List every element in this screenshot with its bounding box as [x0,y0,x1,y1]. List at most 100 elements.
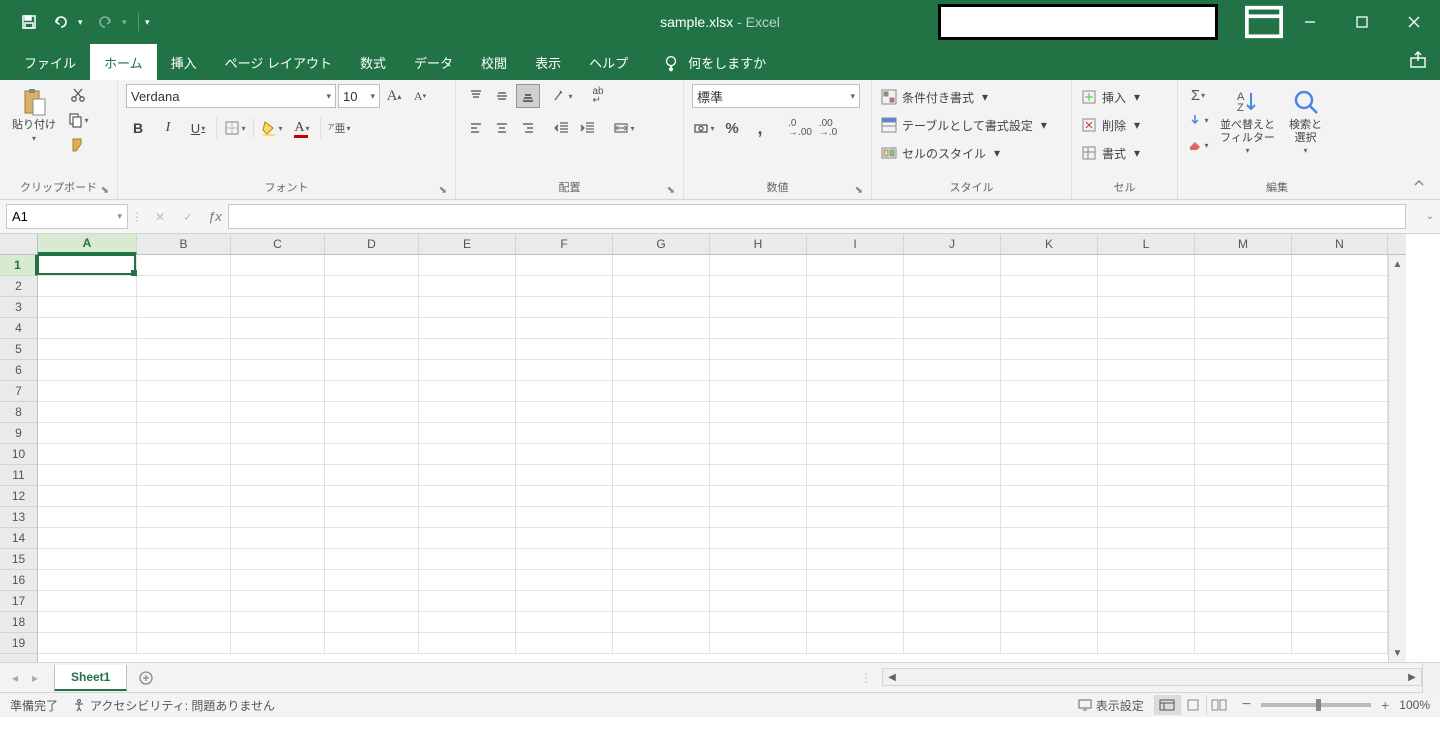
cell[interactable] [137,318,231,339]
close-button[interactable] [1388,0,1440,44]
cell[interactable] [613,297,710,318]
cell[interactable] [807,360,904,381]
cell[interactable] [419,549,516,570]
ribbon-display-options[interactable] [1244,0,1284,44]
column-header[interactable]: I [807,234,904,254]
cell[interactable] [325,528,419,549]
cell[interactable] [419,486,516,507]
cell[interactable] [710,591,807,612]
cell[interactable] [1098,318,1195,339]
cell[interactable] [807,402,904,423]
cell[interactable] [807,423,904,444]
cell[interactable] [1292,486,1388,507]
formula-input[interactable] [228,204,1406,229]
cell[interactable] [1098,339,1195,360]
cell[interactable] [904,339,1001,360]
cell[interactable] [1292,612,1388,633]
font-color-button[interactable]: A▾ [290,116,314,140]
cell[interactable] [904,360,1001,381]
cell[interactable] [38,528,137,549]
accounting-format-button[interactable]: ▾ [692,116,716,140]
cell[interactable] [1001,549,1098,570]
cell[interactable] [38,570,137,591]
cell[interactable] [807,276,904,297]
cell[interactable] [807,444,904,465]
cell[interactable] [231,528,325,549]
cell[interactable] [1195,528,1292,549]
cell[interactable] [1001,381,1098,402]
align-middle-button[interactable] [490,84,514,108]
cell[interactable] [516,444,613,465]
cell[interactable] [904,318,1001,339]
merge-button[interactable]: ▾ [612,116,636,140]
qat-customize[interactable]: ▾ [145,17,155,28]
number-format-combo[interactable]: 標準▾ [692,84,860,108]
cell[interactable] [1195,402,1292,423]
cell[interactable] [1292,444,1388,465]
comma-button[interactable]: , [748,116,772,140]
column-header[interactable]: D [325,234,419,254]
cell[interactable] [419,507,516,528]
row-header[interactable]: 14 [0,528,37,549]
cell[interactable] [904,633,1001,654]
cell[interactable] [1195,381,1292,402]
cell[interactable] [137,570,231,591]
cell[interactable] [1195,339,1292,360]
cell[interactable] [613,318,710,339]
cell[interactable] [710,339,807,360]
cell[interactable] [1001,612,1098,633]
cell[interactable] [325,255,419,276]
underline-button[interactable]: U▾ [186,116,210,140]
borders-button[interactable]: ▾ [223,116,247,140]
row-header[interactable]: 10 [0,444,37,465]
cell[interactable] [1001,486,1098,507]
cell[interactable] [419,276,516,297]
cell[interactable] [231,591,325,612]
cell[interactable] [38,339,137,360]
select-all-corner[interactable] [0,234,38,255]
cell[interactable] [710,633,807,654]
cell[interactable] [613,255,710,276]
cell[interactable] [710,486,807,507]
cell[interactable] [137,633,231,654]
cancel-formula-button[interactable]: ✕ [146,204,174,229]
cell[interactable] [516,486,613,507]
cell[interactable] [904,612,1001,633]
cell[interactable] [904,486,1001,507]
expand-formula-bar[interactable]: ⌄ [1426,211,1434,222]
cell[interactable] [1292,549,1388,570]
cell[interactable] [807,507,904,528]
cell[interactable] [613,444,710,465]
cell[interactable] [1001,339,1098,360]
tab-数式[interactable]: 数式 [346,44,400,80]
cell[interactable] [325,444,419,465]
tab-表示[interactable]: 表示 [521,44,575,80]
wrap-text-button[interactable]: ab↵ [586,84,610,108]
cell[interactable] [1098,360,1195,381]
number-launcher[interactable]: ⬊ [855,185,863,196]
format-cells-button[interactable]: 書式▾ [1080,140,1140,166]
cell[interactable] [613,465,710,486]
cell[interactable] [613,570,710,591]
cell[interactable] [516,318,613,339]
cell[interactable] [38,297,137,318]
cell[interactable] [1001,528,1098,549]
cell[interactable] [1195,507,1292,528]
cell[interactable] [904,276,1001,297]
tab-挿入[interactable]: 挿入 [157,44,211,80]
clipboard-launcher[interactable]: ⬊ [101,185,109,196]
cell[interactable] [419,402,516,423]
cell[interactable] [1001,360,1098,381]
cell[interactable] [807,255,904,276]
column-header[interactable]: L [1098,234,1195,254]
cell[interactable] [38,423,137,444]
cell[interactable] [231,507,325,528]
cell[interactable] [1292,381,1388,402]
cell[interactable] [137,612,231,633]
cell[interactable] [807,318,904,339]
name-box[interactable]: A1▾ [6,204,128,229]
cell[interactable] [516,465,613,486]
italic-button[interactable]: I [156,116,180,140]
cell[interactable] [38,276,137,297]
cell[interactable] [516,276,613,297]
